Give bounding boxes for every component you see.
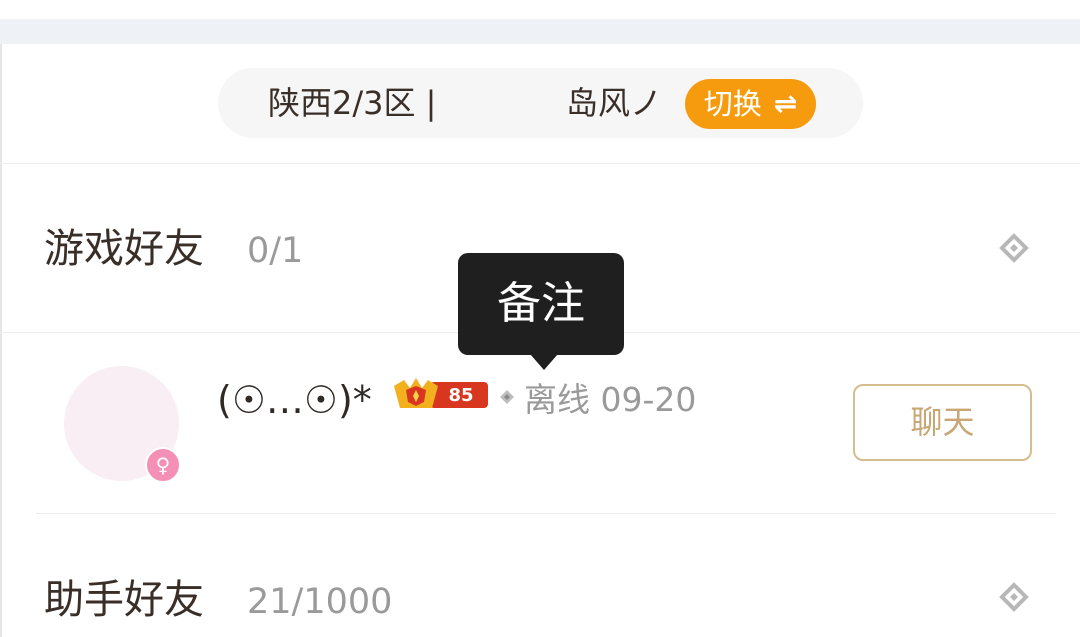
game-friends-title[interactable]: 游戏好友 [44, 225, 204, 273]
assistant-friends-title[interactable]: 助手好友 [44, 576, 204, 624]
tooltip-arrow [530, 354, 558, 370]
diamond-collapse-icon[interactable] [999, 582, 1029, 612]
game-friends-count: 0/1 [247, 231, 304, 271]
top-divider-band [0, 19, 1080, 44]
rank-level: 85 [448, 385, 474, 406]
status-text: 离线 09-20 [524, 380, 697, 419]
divider [36, 513, 1056, 514]
chat-button[interactable]: 聊天 [853, 384, 1032, 461]
role-name: 岛风ノ [566, 84, 663, 122]
server-name: 陕西2/3区 | [268, 84, 437, 122]
offline-diamond-icon [500, 390, 514, 404]
female-icon: ♀ [145, 447, 181, 483]
divider [0, 163, 1080, 164]
switch-button-label: 切换 [703, 87, 762, 121]
assistant-friends-count: 21/1000 [247, 582, 393, 622]
swap-arrows-icon: ⇌ [773, 87, 798, 120]
diamond-collapse-icon[interactable] [999, 233, 1029, 263]
switch-button[interactable]: 切换 ⇌ [685, 79, 816, 129]
remark-tooltip[interactable]: 备注 [458, 253, 624, 355]
friend-name: (☉…☉)* [217, 378, 372, 422]
top-bar [0, 0, 1080, 19]
left-border [0, 44, 2, 637]
server-selector: 陕西2/3区 | 岛风ノ 切换 ⇌ [218, 68, 863, 138]
